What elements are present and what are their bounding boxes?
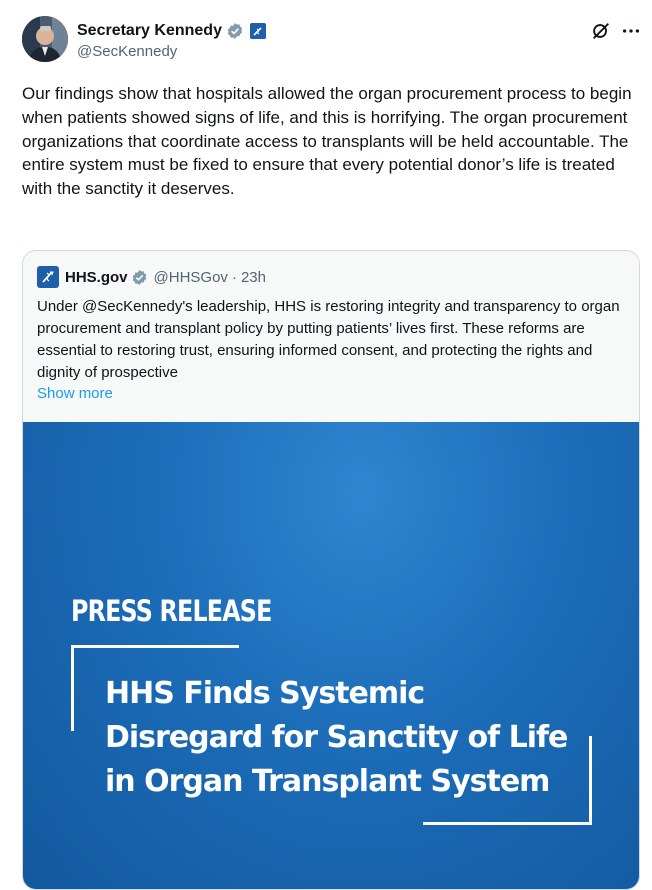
press-release-headline: HHS Finds Systemic Disregard for Sanctit…: [105, 672, 585, 804]
more-options-icon[interactable]: [620, 20, 642, 42]
author-name[interactable]: Secretary Kennedy: [77, 21, 266, 41]
avatar-image: [22, 16, 68, 62]
quoted-author-name[interactable]: HHS.gov: [65, 269, 128, 286]
frame-line-right: [589, 736, 592, 824]
quoted-timestamp[interactable]: 23h: [241, 269, 266, 286]
quoted-author-handle[interactable]: @HHSGov: [154, 269, 228, 286]
press-release-label: PRESS RELEASE: [71, 594, 272, 628]
frame-line-left: [71, 645, 74, 731]
headline-line-2: Disregard for Sanctity of Life: [105, 720, 568, 755]
hhs-logo-icon[interactable]: [37, 266, 59, 288]
author-handle[interactable]: @SecKennedy: [77, 43, 177, 61]
separator-dot: ·: [231, 268, 237, 286]
quoted-tweet-text: Under @SecKennedy's leadership, HHS is r…: [37, 298, 620, 381]
government-affiliation-icon[interactable]: [249, 23, 266, 39]
tweet-text: Our findings show that hospitals allowed…: [22, 84, 632, 199]
grok-icon[interactable]: [590, 20, 612, 42]
frame-line-bottom: [423, 822, 592, 825]
show-more-link[interactable]: Show more: [37, 383, 113, 405]
headline-line-3: in Organ Transplant System: [105, 764, 550, 799]
headline-line-1: HHS Finds Systemic: [105, 676, 425, 711]
quoted-tweet[interactable]: HHS.gov @HHSGov · 23h Under @SecKennedy'…: [22, 250, 640, 890]
verified-badge-icon[interactable]: [226, 22, 244, 40]
quoted-media-image[interactable]: PRESS RELEASE HHS Finds Systemic Disrega…: [23, 422, 639, 889]
tweet: Secretary Kennedy @SecKennedy Our findin…: [0, 0, 652, 890]
avatar[interactable]: [22, 16, 68, 62]
author-name-text[interactable]: Secretary Kennedy: [77, 21, 222, 41]
quoted-verified-badge-icon[interactable]: [131, 269, 148, 286]
quoted-tweet-header: HHS.gov @HHSGov · 23h: [37, 266, 266, 288]
frame-line-top: [71, 645, 239, 648]
